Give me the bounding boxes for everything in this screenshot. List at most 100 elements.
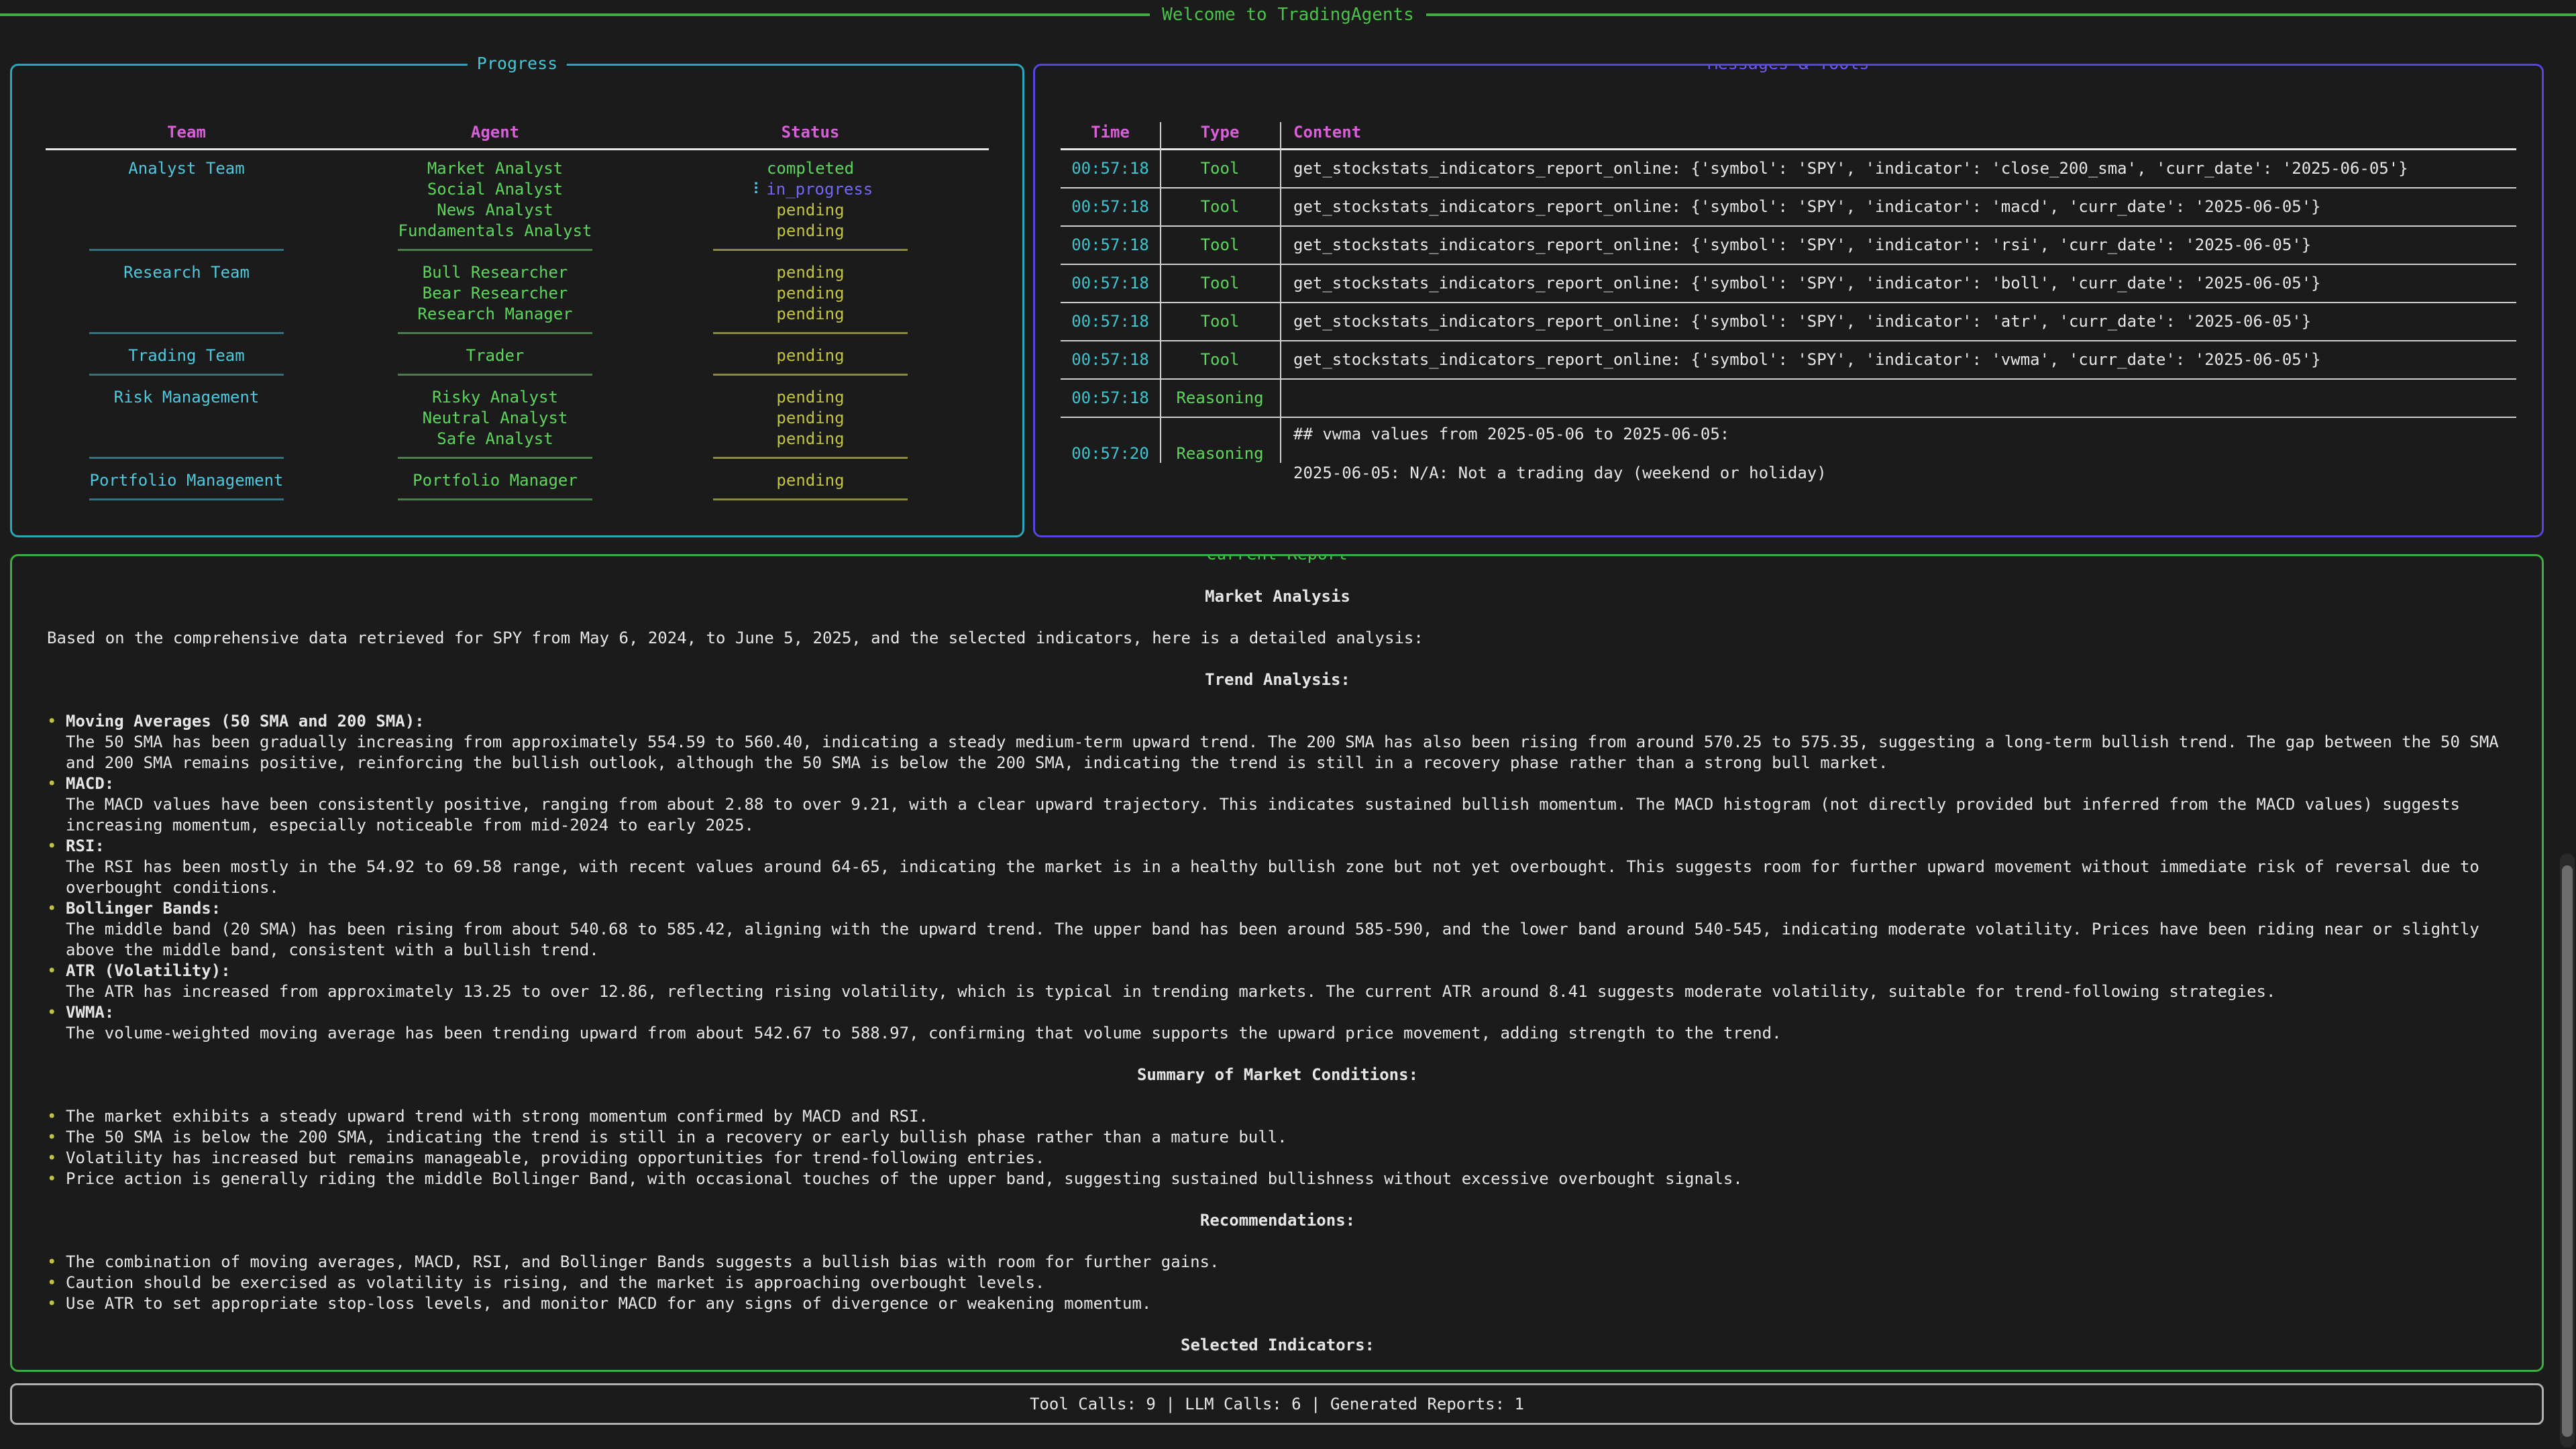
stats-footer: Tool Calls: 9 | LLM Calls: 6 | Generated… (10, 1383, 2544, 1425)
bullet-icon: • (47, 961, 56, 981)
message-row: 00:57:18Toolget_stockstats_indicators_re… (1061, 150, 2516, 189)
bullet-icon: • (47, 898, 56, 919)
message-content: get_stockstats_indicators_report_online:… (1280, 191, 2516, 223)
message-time: 00:57:18 (1061, 235, 1160, 256)
agent-divider-line (398, 241, 592, 251)
status-cell: pending (776, 470, 844, 491)
agent-cell: Risky Analyst (432, 387, 558, 408)
message-time: 00:57:18 (1061, 388, 1160, 409)
messages-panel-title: Messages & Tools (1699, 64, 1879, 74)
bullet-text: The 50 SMA has been gradually increasing… (66, 732, 2508, 773)
status-divider-line (713, 491, 908, 500)
message-row: 00:57:18Reasoning (1061, 380, 2516, 418)
team-divider-line (89, 325, 284, 334)
welcome-bar: Welcome to TradingAgents (0, 1, 2576, 28)
group-divider (39, 325, 996, 345)
team-divider-line (89, 241, 284, 251)
bullet-text: The combination of moving averages, MACD… (66, 1252, 2508, 1273)
progress-row: Neutral Analyst pending (39, 408, 996, 429)
message-row: 00:57:18Toolget_stockstats_indicators_re… (1061, 303, 2516, 341)
status-divider-line (713, 325, 908, 334)
bullet-icon: • (47, 1148, 56, 1169)
progress-row: Research Managerpending (39, 304, 996, 325)
report-bullet: •MACD:The MACD values have been consiste… (47, 773, 2508, 836)
status-cell: pending (776, 387, 844, 408)
status-cell: pending (776, 408, 844, 429)
scrollbar-thumb[interactable] (2562, 865, 2573, 1437)
report-heading-recommendations: Recommendations: (47, 1210, 2508, 1231)
message-type: Tool (1160, 311, 1280, 332)
message-time: 00:57:20 (1061, 443, 1160, 464)
bullet-title: Bollinger Bands: (66, 898, 2508, 919)
agent-cell: Safe Analyst (437, 429, 553, 449)
message-type: Tool (1160, 235, 1280, 256)
spinner-icon: ⠸ (748, 180, 760, 199)
agent-cell: Market Analyst (427, 158, 563, 179)
team-cell: Risk Management (114, 387, 260, 408)
messages-table-header: Time Type Content (1061, 122, 2516, 143)
report-bullet: • Bollinger Bands:The middle band (20 SMA… (47, 898, 2508, 961)
agent-cell: Portfolio Manager (413, 470, 578, 491)
report-bullet: • RSI:The RSI has been mostly in the 54.9… (47, 836, 2508, 898)
status-cell: ⠸in_progress (748, 179, 873, 200)
status-cell: pending (776, 345, 844, 366)
report-bullet: • Moving Averages (50 SMA and 200 SMA):Th… (47, 711, 2508, 773)
bullet-icon: • (47, 1293, 56, 1314)
column-header-team: Team (167, 122, 206, 143)
group-divider (39, 449, 996, 470)
progress-row: Bear Researcher pending (39, 283, 996, 304)
bullet-title: RSI: (66, 836, 2508, 857)
report-bullet: •VWMA:The volume-weighted moving average… (47, 1002, 2508, 1044)
progress-panel-title: Progress (468, 53, 567, 74)
status-cell: pending (776, 283, 844, 304)
bullet-icon: • (47, 836, 56, 857)
status-divider-line (713, 449, 908, 459)
agent-cell: Neutral Analyst (423, 408, 568, 429)
message-content (1280, 392, 2516, 405)
message-time: 00:57:18 (1061, 197, 1160, 217)
trend-bullet-list: •Moving Averages (50 SMA and 200 SMA):Th… (47, 711, 2508, 1044)
report-bullet: •Price action is generally riding the mi… (47, 1169, 2508, 1189)
column-header-type: Type (1160, 122, 1280, 143)
status-divider-line (713, 241, 908, 251)
bullet-title: MACD: (66, 773, 2508, 794)
agent-cell: Bear Researcher (423, 283, 568, 304)
progress-row: Risk Management Risky Analyst pending (39, 387, 996, 408)
bullet-text: Use ATR to set appropriate stop-loss lev… (66, 1293, 2508, 1314)
message-row: 00:57:20Reasoning## vwma values from 202… (1061, 418, 2516, 490)
bullet-title: ATR (Volatility): (66, 961, 2508, 981)
recommendation-bullet-list: • The combination of moving averages, MAC… (47, 1252, 2508, 1314)
report-bullet: • Use ATR to set appropriate stop-loss le… (47, 1293, 2508, 1314)
progress-table-body: Analyst Team Market Analyst completed Socia… (39, 158, 996, 512)
agent-cell: Fundamentals Analyst (398, 221, 592, 241)
status-cell: completed (767, 158, 854, 179)
bullet-icon: • (47, 711, 56, 732)
group-divider (39, 366, 996, 387)
summary-bullet-list: •The market exhibits a steady upward tre… (47, 1106, 2508, 1189)
status-cell: pending (776, 429, 844, 449)
report-bullet: •The 50 SMA is below the 200 SMA, indica… (47, 1127, 2508, 1148)
bullet-text: The 50 SMA is below the 200 SMA, indicat… (66, 1127, 2508, 1148)
progress-row: Analyst Team Market Analyst completed (39, 158, 996, 179)
report-heading-trend-analysis: Trend Analysis: (47, 669, 2508, 690)
bullet-icon: • (47, 773, 56, 794)
bullet-icon: • (47, 1169, 56, 1189)
bullet-text: The RSI has been mostly in the 54.92 to … (66, 857, 2508, 898)
message-row: 00:57:18Toolget_stockstats_indicators_re… (1061, 189, 2516, 227)
report-heading-selected-indicators: Selected Indicators: (47, 1335, 2508, 1356)
message-row: 00:57:18Toolget_stockstats_indicators_re… (1061, 265, 2516, 303)
bullet-title: Moving Averages (50 SMA and 200 SMA): (66, 711, 2508, 732)
progress-row: Safe Analyst pending (39, 429, 996, 449)
progress-row: News Analystpending (39, 200, 996, 221)
message-content: get_stockstats_indicators_report_online:… (1280, 267, 2516, 300)
progress-row: Research TeamBull Researcherpending (39, 262, 996, 283)
agent-cell: Social Analyst (427, 179, 563, 200)
group-divider (39, 241, 996, 262)
title-rule-right (1426, 13, 2576, 16)
team-divider-line (89, 449, 284, 459)
team-cell: Analyst Team (128, 158, 244, 179)
message-row: 00:57:18Toolget_stockstats_indicators_re… (1061, 227, 2516, 265)
agent-cell: News Analyst (437, 200, 553, 221)
message-time: 00:57:18 (1061, 350, 1160, 370)
bullet-text: The middle band (20 SMA) has been rising… (66, 919, 2508, 961)
